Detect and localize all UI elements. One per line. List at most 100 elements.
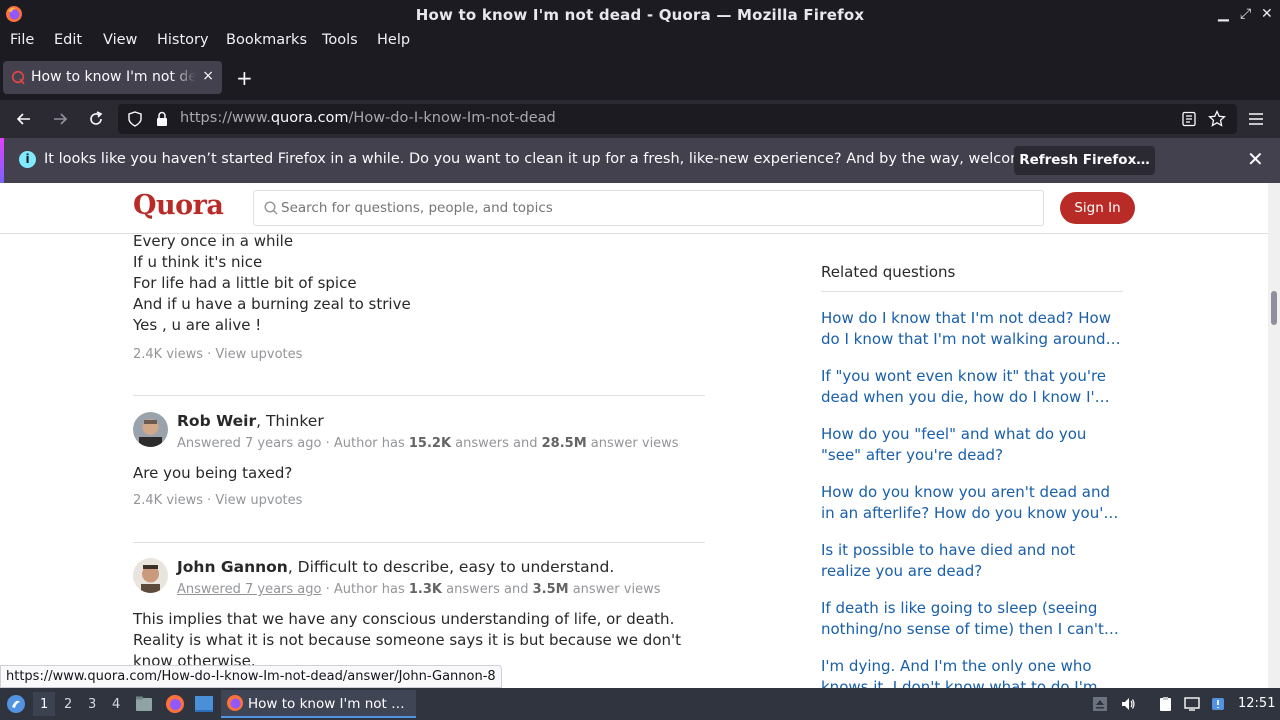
- menu-bar: File Edit View History Bookmarks Tools H…: [0, 29, 1280, 54]
- poem-line: Every once in a while: [133, 232, 294, 250]
- taskbar-firefox-task[interactable]: How to know I'm not …: [221, 690, 416, 718]
- workspace-4[interactable]: 4: [112, 697, 120, 712]
- reload-icon[interactable]: [86, 109, 106, 129]
- tab-quora[interactable]: How to know I'm not dead - Quora ×: [3, 61, 222, 94]
- menu-history[interactable]: History: [157, 32, 209, 48]
- tab-close-icon[interactable]: ×: [202, 68, 214, 84]
- author-stats: Answered 7 years ago · Author has 15.2K …: [177, 436, 679, 451]
- task-label: How to know I'm not …: [248, 696, 405, 712]
- answer-line: Reality is what it is not because someon…: [133, 631, 682, 649]
- hamburger-menu-icon[interactable]: [1246, 109, 1266, 129]
- page-scrollbar[interactable]: [1268, 183, 1280, 688]
- answer-header: John Gannon, Difficult to describe, easy…: [133, 558, 705, 598]
- forward-arrow-icon[interactable]: [50, 109, 70, 129]
- avatar-photo: [133, 412, 168, 447]
- related-question-link[interactable]: If "you wont even know it" that you're de…: [821, 366, 1123, 408]
- notification-message: It looks like you haven’t started Firefo…: [44, 151, 1079, 167]
- author-name-line: John Gannon, Difficult to describe, easy…: [177, 558, 614, 576]
- avatar[interactable]: [133, 412, 168, 447]
- window-title: How to know I'm not dead - Quora — Mozil…: [415, 6, 865, 24]
- menu-tools[interactable]: Tools: [322, 32, 358, 48]
- volume-icon[interactable]: [1120, 696, 1136, 712]
- related-question-link[interactable]: If death is like going to sleep (seeing n…: [821, 598, 1123, 640]
- refresh-firefox-button[interactable]: Refresh Firefox…: [1014, 146, 1155, 175]
- minimize-button[interactable]: ▁: [1218, 6, 1229, 22]
- eject-icon[interactable]: [1092, 696, 1108, 712]
- tab-strip: How to know I'm not dead - Quora × +: [0, 54, 1280, 100]
- avatar-photo: [133, 558, 168, 593]
- scrollbar-thumb[interactable]: [1271, 291, 1277, 325]
- related-question-link[interactable]: I'm dying. And I'm the only one who knows…: [821, 656, 1123, 688]
- answer-meta[interactable]: 2.4K views · View upvotes: [133, 347, 302, 362]
- notification-accent: [0, 138, 4, 183]
- file-manager-icon[interactable]: [135, 695, 153, 713]
- bookmark-star-icon[interactable]: [1208, 110, 1226, 128]
- answer-body: Are you being taxed?: [133, 464, 293, 482]
- related-question-link[interactable]: How do I know that I'm not dead? How do I…: [821, 308, 1123, 350]
- clipboard-icon[interactable]: [1157, 696, 1173, 712]
- lock-icon[interactable]: [154, 111, 170, 127]
- url-text[interactable]: https://www.quora.com/How-do-I-know-Im-n…: [180, 110, 556, 126]
- search-box[interactable]: [253, 190, 1044, 226]
- author-credential: , Thinker: [256, 412, 324, 430]
- web-page: Quora Sign In Every once in a while If u…: [0, 183, 1268, 688]
- firefox-task-icon: [227, 695, 243, 711]
- menu-edit[interactable]: Edit: [54, 32, 82, 48]
- window-titlebar: How to know I'm not dead - Quora — Mozil…: [0, 0, 1280, 29]
- tracking-shield-icon[interactable]: [127, 111, 143, 127]
- related-question-link[interactable]: How do you "feel" and what do you "see" a…: [821, 424, 1123, 466]
- navigation-toolbar: https://www.quora.com/How-do-I-know-Im-n…: [0, 100, 1280, 138]
- answer-body-poem: Every once in a while If u think it's ni…: [133, 231, 411, 336]
- workspace-3[interactable]: 3: [88, 697, 96, 712]
- poem-line: If u think it's nice: [133, 253, 263, 271]
- divider: [133, 395, 705, 396]
- avatar[interactable]: [133, 558, 168, 593]
- desktop-icon[interactable]: [194, 695, 214, 713]
- notification-icon[interactable]: [1210, 696, 1226, 712]
- quora-header: Quora Sign In: [0, 183, 1268, 234]
- related-questions-panel: Related questions How do I know that I'm…: [821, 263, 1123, 688]
- poem-line: Yes , u are alive !: [133, 316, 262, 334]
- answer-meta[interactable]: 2.4K views · View upvotes: [133, 493, 302, 508]
- url-bar[interactable]: https://www.quora.com/How-do-I-know-Im-n…: [118, 104, 1237, 134]
- workspace-2[interactable]: 2: [64, 697, 72, 712]
- search-icon: [264, 201, 278, 215]
- divider: [133, 542, 705, 543]
- menu-file[interactable]: File: [10, 32, 34, 48]
- new-tab-button[interactable]: +: [236, 66, 253, 90]
- taskbar: 1 2 3 4 How to know I'm not … 12:51: [0, 688, 1280, 720]
- answered-date[interactable]: Answered 7 years ago: [177, 436, 321, 451]
- clock: 12:51: [1238, 696, 1276, 711]
- author-credential: , Difficult to describe, easy to underst…: [287, 558, 615, 576]
- related-question-link[interactable]: Is it possible to have died and not reali…: [821, 540, 1123, 582]
- menu-help[interactable]: Help: [377, 32, 410, 48]
- maximize-button[interactable]: ⤢: [1240, 6, 1251, 22]
- search-input[interactable]: [281, 195, 981, 221]
- answer-body: This implies that we have any conscious …: [133, 609, 681, 672]
- poem-line: And if u have a burning zeal to strive: [133, 295, 411, 313]
- menu-bookmarks[interactable]: Bookmarks: [226, 32, 307, 48]
- link-status-bar: https://www.quora.com/How-do-I-know-Im-n…: [0, 665, 502, 688]
- quora-logo[interactable]: Quora: [133, 190, 224, 221]
- answered-date[interactable]: Answered 7 years ago: [177, 582, 321, 597]
- close-notification-icon[interactable]: ✕: [1247, 147, 1264, 171]
- author-name[interactable]: John Gannon: [177, 558, 288, 576]
- menu-view[interactable]: View: [103, 32, 137, 48]
- answer-line: This implies that we have any conscious …: [133, 610, 675, 628]
- back-arrow-icon[interactable]: [14, 109, 34, 129]
- firefox-launcher-icon[interactable]: [165, 694, 185, 714]
- close-window-button[interactable]: ✕: [1261, 6, 1273, 22]
- related-question-link[interactable]: How do you know you aren't dead and in an…: [821, 482, 1123, 524]
- start-menu-icon[interactable]: [6, 694, 26, 714]
- sign-in-button[interactable]: Sign In: [1060, 192, 1135, 224]
- workspace-1[interactable]: 1: [40, 697, 48, 712]
- info-icon: i: [19, 151, 36, 168]
- refresh-notification-bar: i It looks like you haven’t started Fire…: [0, 138, 1280, 183]
- quora-favicon-icon: [11, 70, 25, 85]
- tab-label: How to know I'm not dead - Quora: [31, 69, 196, 85]
- display-icon[interactable]: [1184, 696, 1200, 712]
- author-stats: Answered 7 years ago · Author has 1.3K a…: [177, 582, 661, 597]
- author-name-line: Rob Weir, Thinker: [177, 412, 324, 430]
- author-name[interactable]: Rob Weir: [177, 412, 256, 430]
- reader-view-icon[interactable]: [1181, 111, 1197, 127]
